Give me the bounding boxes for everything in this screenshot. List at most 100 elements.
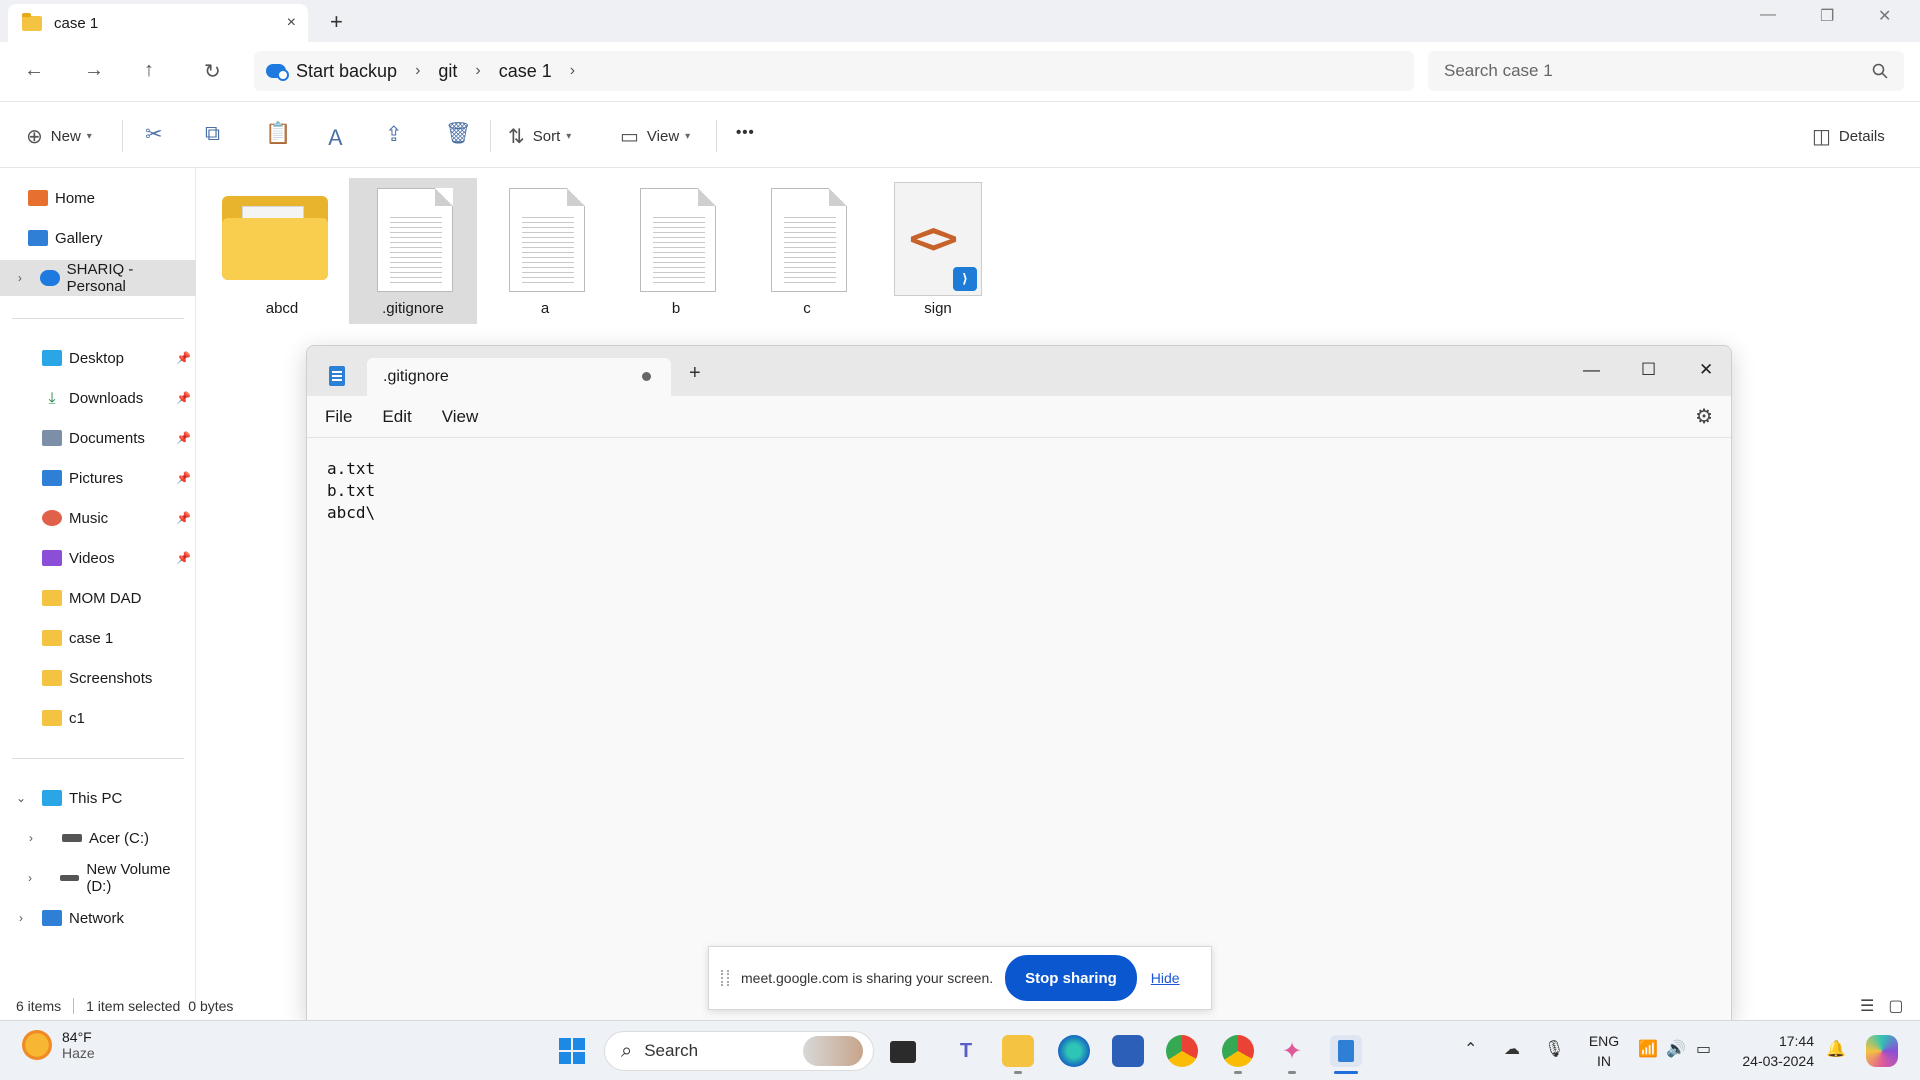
wifi-icon[interactable]: 📶	[1638, 1039, 1658, 1059]
share-icon[interactable]: ⇪	[385, 122, 403, 147]
breadcrumb-item[interactable]: case 1	[499, 61, 552, 82]
close-button[interactable]: ✕	[1878, 6, 1891, 26]
breadcrumb-separator-icon[interactable]: ›	[475, 62, 480, 80]
rename-icon[interactable]: Ａ	[325, 122, 346, 152]
notepad-tab[interactable]: .gitignore	[367, 358, 671, 396]
notepad-new-tab-button[interactable]: +	[689, 362, 701, 385]
restore-button[interactable]: ❐	[1820, 6, 1834, 26]
hide-link[interactable]: Hide	[1151, 970, 1180, 986]
chevron-right-icon[interactable]: ›	[0, 831, 62, 845]
menu-file[interactable]: File	[325, 407, 352, 427]
volume-icon[interactable]: 🔊	[1666, 1039, 1686, 1059]
sidebar-item-videos[interactable]: Videos 📌	[0, 540, 196, 576]
breadcrumb[interactable]: Start backup › git › case 1 ›	[254, 51, 1414, 91]
sidebar-item-c1[interactable]: c1	[0, 700, 196, 736]
view-button[interactable]: ▭ View ▾	[620, 124, 690, 149]
sidebar-item-case-1[interactable]: case 1	[0, 620, 196, 656]
chrome-profile-icon[interactable]	[1222, 1035, 1254, 1067]
gear-icon[interactable]: ⚙	[1695, 404, 1713, 429]
pin-icon[interactable]: 📌	[176, 431, 191, 445]
refresh-icon[interactable]: ↻	[204, 59, 221, 84]
store-icon[interactable]	[1112, 1035, 1144, 1067]
notepad-editor[interactable]: a.txt b.txt abcd\	[327, 458, 375, 524]
sidebar-item-documents[interactable]: Documents 📌	[0, 420, 196, 456]
sidebar-item-gallery[interactable]: Gallery	[0, 220, 196, 256]
chevron-down-icon[interactable]: ⌄	[0, 791, 42, 805]
search-input[interactable]: Search case 1	[1428, 51, 1904, 91]
sort-button[interactable]: ⇅ Sort ▾	[508, 124, 571, 149]
pin-icon[interactable]: 📌	[176, 511, 191, 525]
sidebar-item-downloads[interactable]: ⤓ Downloads 📌	[0, 380, 196, 416]
weather-widget[interactable]: 84°F Haze	[22, 1029, 95, 1061]
forward-icon[interactable]: →	[84, 59, 104, 82]
file-explorer-icon[interactable]	[1002, 1035, 1034, 1067]
sidebar-item-music[interactable]: Music 📌	[0, 500, 196, 536]
breadcrumb-separator-icon[interactable]: ›	[415, 62, 420, 80]
file-item[interactable]: a	[481, 178, 609, 324]
tiles-view-icon[interactable]: ▢	[1888, 996, 1903, 1016]
pin-icon[interactable]: 📌	[176, 351, 191, 365]
sidebar-item-home[interactable]: Home	[0, 180, 196, 216]
sidebar-item-screenshots[interactable]: Screenshots	[0, 660, 196, 696]
taskbar-search[interactable]: ⌕ Search	[604, 1031, 874, 1071]
pin-icon[interactable]: 📌	[176, 391, 191, 405]
new-tab-button[interactable]: +	[330, 9, 343, 35]
chevron-right-icon[interactable]: ›	[0, 911, 42, 925]
breadcrumb-item[interactable]: git	[438, 61, 457, 82]
up-icon[interactable]: ↑	[144, 59, 154, 82]
menu-edit[interactable]: Edit	[382, 407, 411, 427]
breadcrumb-item[interactable]: Start backup	[296, 61, 397, 82]
sidebar-item-mom-dad[interactable]: MOM DAD	[0, 580, 196, 616]
sidebar-item-network[interactable]: › Network	[0, 900, 196, 936]
language-indicator[interactable]: ENG IN	[1584, 1031, 1624, 1071]
notepad-close-button[interactable]: ✕	[1699, 360, 1713, 380]
file-item[interactable]: <> ⟩ sign	[874, 178, 1002, 324]
edge-icon[interactable]	[1058, 1035, 1090, 1067]
paste-icon[interactable]: 📋	[265, 122, 291, 146]
breadcrumb-separator-icon[interactable]: ›	[570, 62, 575, 80]
battery-icon[interactable]: ▭	[1696, 1039, 1711, 1059]
sidebar-item-this-pc[interactable]: ⌄ This PC	[0, 780, 196, 816]
pin-icon[interactable]: 📌	[176, 551, 191, 565]
chevron-up-icon[interactable]: ⌃	[1464, 1039, 1477, 1059]
file-item[interactable]: b	[612, 178, 740, 324]
stop-sharing-button[interactable]: Stop sharing	[1005, 955, 1137, 1001]
sidebar-item-drive-d[interactable]: › New Volume (D:)	[0, 860, 196, 896]
sidebar-item-pictures[interactable]: Pictures 📌	[0, 460, 196, 496]
sidebar-item-desktop[interactable]: Desktop 📌	[0, 340, 196, 376]
clock[interactable]: 17:44 24-03-2024	[1734, 1031, 1814, 1071]
copy-icon[interactable]: ⧉	[205, 122, 220, 146]
details-button[interactable]: ◫ Details	[1812, 124, 1885, 149]
notification-bell-icon[interactable]: 🔔	[1826, 1039, 1846, 1059]
notepad-taskbar-icon[interactable]	[1330, 1035, 1362, 1067]
file-item[interactable]: .gitignore	[349, 178, 477, 324]
teams-icon[interactable]: T	[950, 1035, 982, 1067]
unsaved-indicator-icon[interactable]	[642, 372, 651, 381]
tab-close-icon[interactable]: ×	[287, 14, 296, 32]
start-button[interactable]	[556, 1035, 588, 1067]
copilot-icon[interactable]	[1866, 1035, 1898, 1067]
delete-icon[interactable]: 🗑	[445, 122, 472, 146]
notepad-maximize-button[interactable]: ☐	[1641, 360, 1656, 380]
explorer-tab[interactable]: case 1 ×	[8, 4, 308, 42]
drag-handle-icon[interactable]	[721, 970, 729, 986]
sidebar-item-onedrive[interactable]: › SHARIQ - Personal	[0, 260, 196, 296]
onedrive-tray-icon[interactable]: ☁	[1504, 1039, 1520, 1059]
menu-view[interactable]: View	[442, 407, 479, 427]
notepad-minimize-button[interactable]: —	[1583, 360, 1600, 380]
pin-icon[interactable]: 📌	[176, 471, 191, 485]
back-icon[interactable]: ←	[24, 59, 44, 82]
new-button[interactable]: ⊕ New ▾	[26, 124, 92, 149]
microphone-icon[interactable]: 🎙	[1544, 1039, 1564, 1059]
file-item[interactable]: c	[743, 178, 871, 324]
sidebar-item-drive-c[interactable]: › Acer (C:)	[0, 820, 196, 856]
gemini-app-icon[interactable]: ✦	[1276, 1035, 1308, 1067]
chrome-icon[interactable]	[1166, 1035, 1198, 1067]
chevron-right-icon[interactable]: ›	[0, 271, 40, 285]
minimize-button[interactable]: —	[1760, 6, 1776, 24]
chevron-right-icon[interactable]: ›	[0, 871, 60, 885]
details-view-icon[interactable]: ☰	[1860, 996, 1874, 1016]
more-options-button[interactable]: •••	[736, 124, 755, 141]
task-view-icon[interactable]	[890, 1041, 916, 1063]
file-item[interactable]: abcd	[218, 178, 346, 324]
